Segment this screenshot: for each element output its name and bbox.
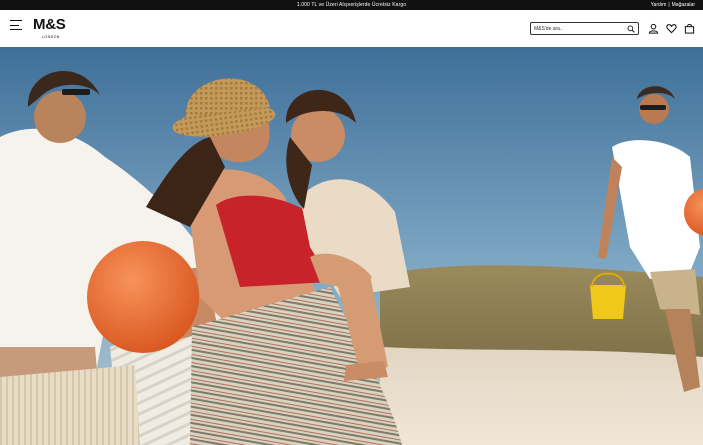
site-header: M&S LONDON	[0, 10, 703, 48]
search-box	[530, 22, 639, 35]
search-icon[interactable]	[627, 25, 635, 33]
brand-logo[interactable]: M&S LONDON	[33, 16, 73, 42]
hero-image	[0, 47, 703, 445]
stores-link[interactable]: Mağazalar	[672, 2, 695, 8]
hero-banner[interactable]	[0, 47, 703, 445]
menu-icon[interactable]	[10, 20, 23, 31]
bag-icon[interactable]	[684, 23, 695, 34]
promo-links: Yardım | Mağazalar	[651, 2, 695, 8]
help-link[interactable]: Yardım	[651, 2, 667, 8]
free-shipping-message: 1.000 TL ve Üzeri Alışverişlerde Ücretsi…	[296, 2, 407, 8]
search-input[interactable]	[534, 24, 624, 33]
logo-subtext: LONDON	[42, 35, 60, 39]
link-separator: |	[668, 2, 670, 8]
logo-text: M&S	[33, 16, 66, 33]
promo-bar: 1.000 TL ve Üzeri Alışverişlerde Ücretsi…	[0, 0, 703, 10]
account-icon[interactable]	[648, 23, 659, 34]
wishlist-icon[interactable]	[666, 23, 677, 34]
